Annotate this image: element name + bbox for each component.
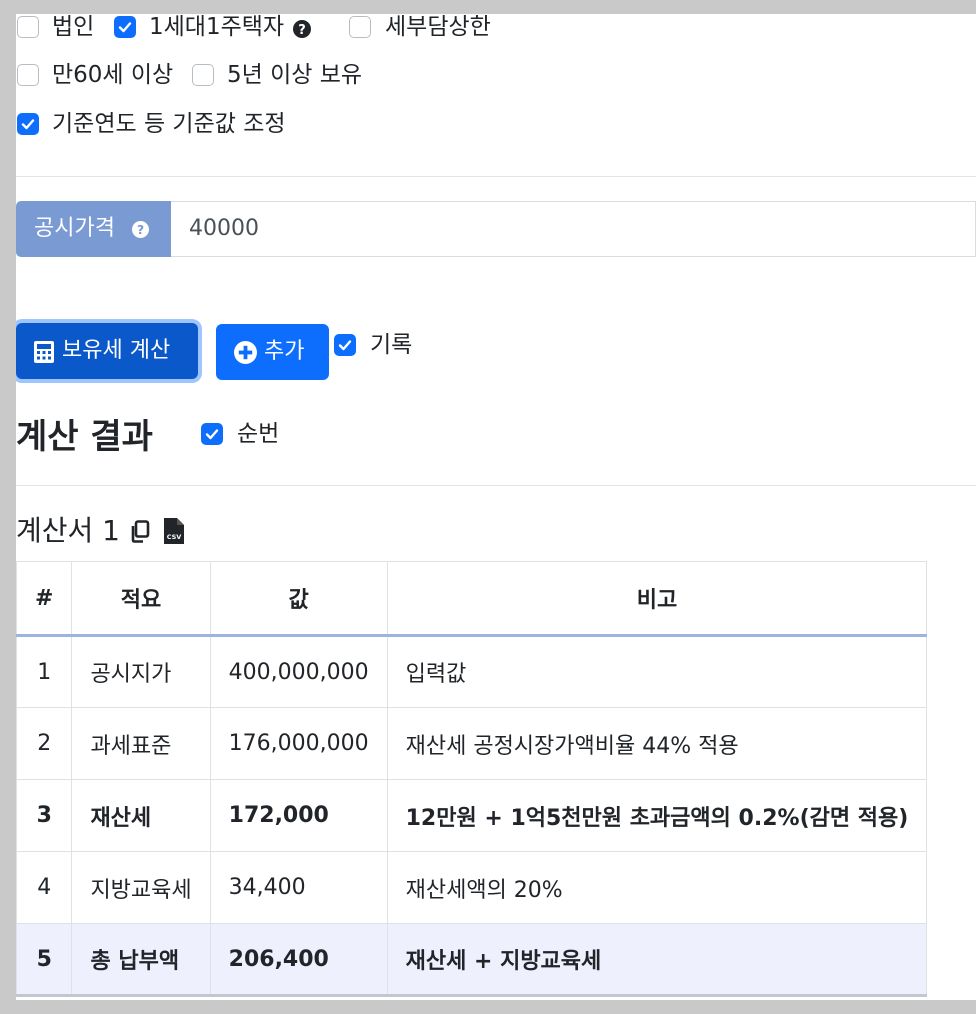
row-item: 과세표준 — [71, 707, 211, 780]
one-house-label: 1세대1주택자 — [149, 14, 285, 40]
question-icon[interactable]: ? — [132, 221, 149, 238]
svg-text:CSV: CSV — [167, 533, 182, 541]
tax-cap-checkbox[interactable] — [349, 16, 371, 38]
row-value: 176,000,000 — [209, 707, 388, 780]
row-item: 총 납부액 — [71, 923, 211, 997]
row-note: 재산세 + 지방교육세 — [386, 923, 928, 997]
total-row: 5 총 납부액 206,400 재산세 + 지방교육세 — [16, 923, 928, 997]
hold5y-label: 5년 이상 보유 — [227, 62, 363, 88]
column-header: 적요 — [71, 561, 211, 637]
price-label-text: 공시가격 — [34, 216, 115, 241]
row-item: 재산세 — [71, 779, 211, 852]
plus-circle-icon — [234, 341, 257, 364]
row-note: 재산세액의 20% — [386, 851, 928, 924]
table-row: 2 과세표준 176,000,000 재산세 공정시장가액비율 44% 적용 — [16, 707, 928, 780]
table-header-row: # 적요 값 비고 — [16, 561, 928, 637]
row-number: 3 — [16, 779, 73, 852]
price-input-group: 공시가격 ? 40000 — [16, 201, 976, 257]
column-header: 비고 — [386, 561, 928, 637]
row-note: 입력값 — [386, 635, 928, 708]
corporation-checkbox[interactable] — [17, 16, 39, 38]
order-checkbox[interactable] — [201, 423, 223, 445]
record-label: 기록 — [370, 332, 413, 358]
result-heading: 계산 결과 — [16, 417, 153, 457]
row-value: 34,400 — [209, 851, 388, 924]
row-number: 1 — [16, 635, 73, 708]
row-value: 400,000,000 — [209, 635, 388, 708]
hold5y-checkbox[interactable] — [192, 64, 214, 86]
divider — [16, 485, 976, 486]
row-number: 2 — [16, 707, 73, 780]
divider — [16, 176, 976, 177]
column-header: # — [16, 561, 73, 637]
calculate-button-label: 보유세 계산 — [62, 338, 171, 363]
record-checkbox[interactable] — [334, 334, 356, 356]
age60-checkbox[interactable] — [17, 64, 39, 86]
copy-icon[interactable] — [130, 520, 150, 543]
age60-label: 만60세 이상 — [52, 62, 174, 88]
row-number: 4 — [16, 851, 73, 924]
tax-cap-label: 세부담상한 — [385, 14, 491, 40]
calculation-table: # 적요 값 비고 1 공시지가 400,000,000 입력값 2 과세표준 … — [16, 561, 928, 997]
adjust-base-label: 기준연도 등 기준값 조정 — [52, 111, 286, 137]
table-row: 1 공시지가 400,000,000 입력값 — [16, 635, 928, 708]
help-icon[interactable]: ? — [293, 20, 311, 38]
row-item: 지방교육세 — [71, 851, 211, 924]
sheet-title: 계산서 1 — [16, 514, 120, 547]
add-button[interactable]: 추가 — [216, 324, 329, 380]
row-note: 12만원 + 1억5천만원 초과금액의 0.2%(감면 적용) — [386, 779, 928, 852]
add-button-label: 추가 — [264, 339, 305, 364]
calculator-icon — [34, 341, 54, 363]
table-row: 3 재산세 172,000 12만원 + 1억5천만원 초과금액의 0.2%(감… — [16, 779, 928, 852]
price-input[interactable]: 40000 — [171, 201, 976, 257]
row-value: 206,400 — [209, 923, 388, 997]
corporation-label: 법인 — [52, 14, 95, 40]
column-header: 값 — [209, 561, 388, 637]
price-label: 공시가격 ? — [16, 201, 171, 257]
csv-file-icon[interactable]: CSV — [164, 518, 184, 544]
order-label: 순번 — [237, 421, 280, 447]
tax-calculator-panel: 법인 1세대1주택자 ? 세부담상한 만60세 이상 5년 이상 보유 기준연도… — [16, 14, 976, 1000]
row-item: 공시지가 — [71, 635, 211, 708]
one-house-checkbox[interactable] — [114, 16, 136, 38]
table-row: 4 지방교육세 34,400 재산세액의 20% — [16, 851, 928, 924]
row-number: 5 — [16, 923, 73, 997]
adjust-base-checkbox[interactable] — [17, 113, 39, 135]
svg-text:?: ? — [298, 23, 306, 38]
row-note: 재산세 공정시장가액비율 44% 적용 — [386, 707, 928, 780]
calculate-button[interactable]: 보유세 계산 — [16, 323, 198, 379]
svg-text:?: ? — [137, 223, 144, 237]
row-value: 172,000 — [209, 779, 388, 852]
